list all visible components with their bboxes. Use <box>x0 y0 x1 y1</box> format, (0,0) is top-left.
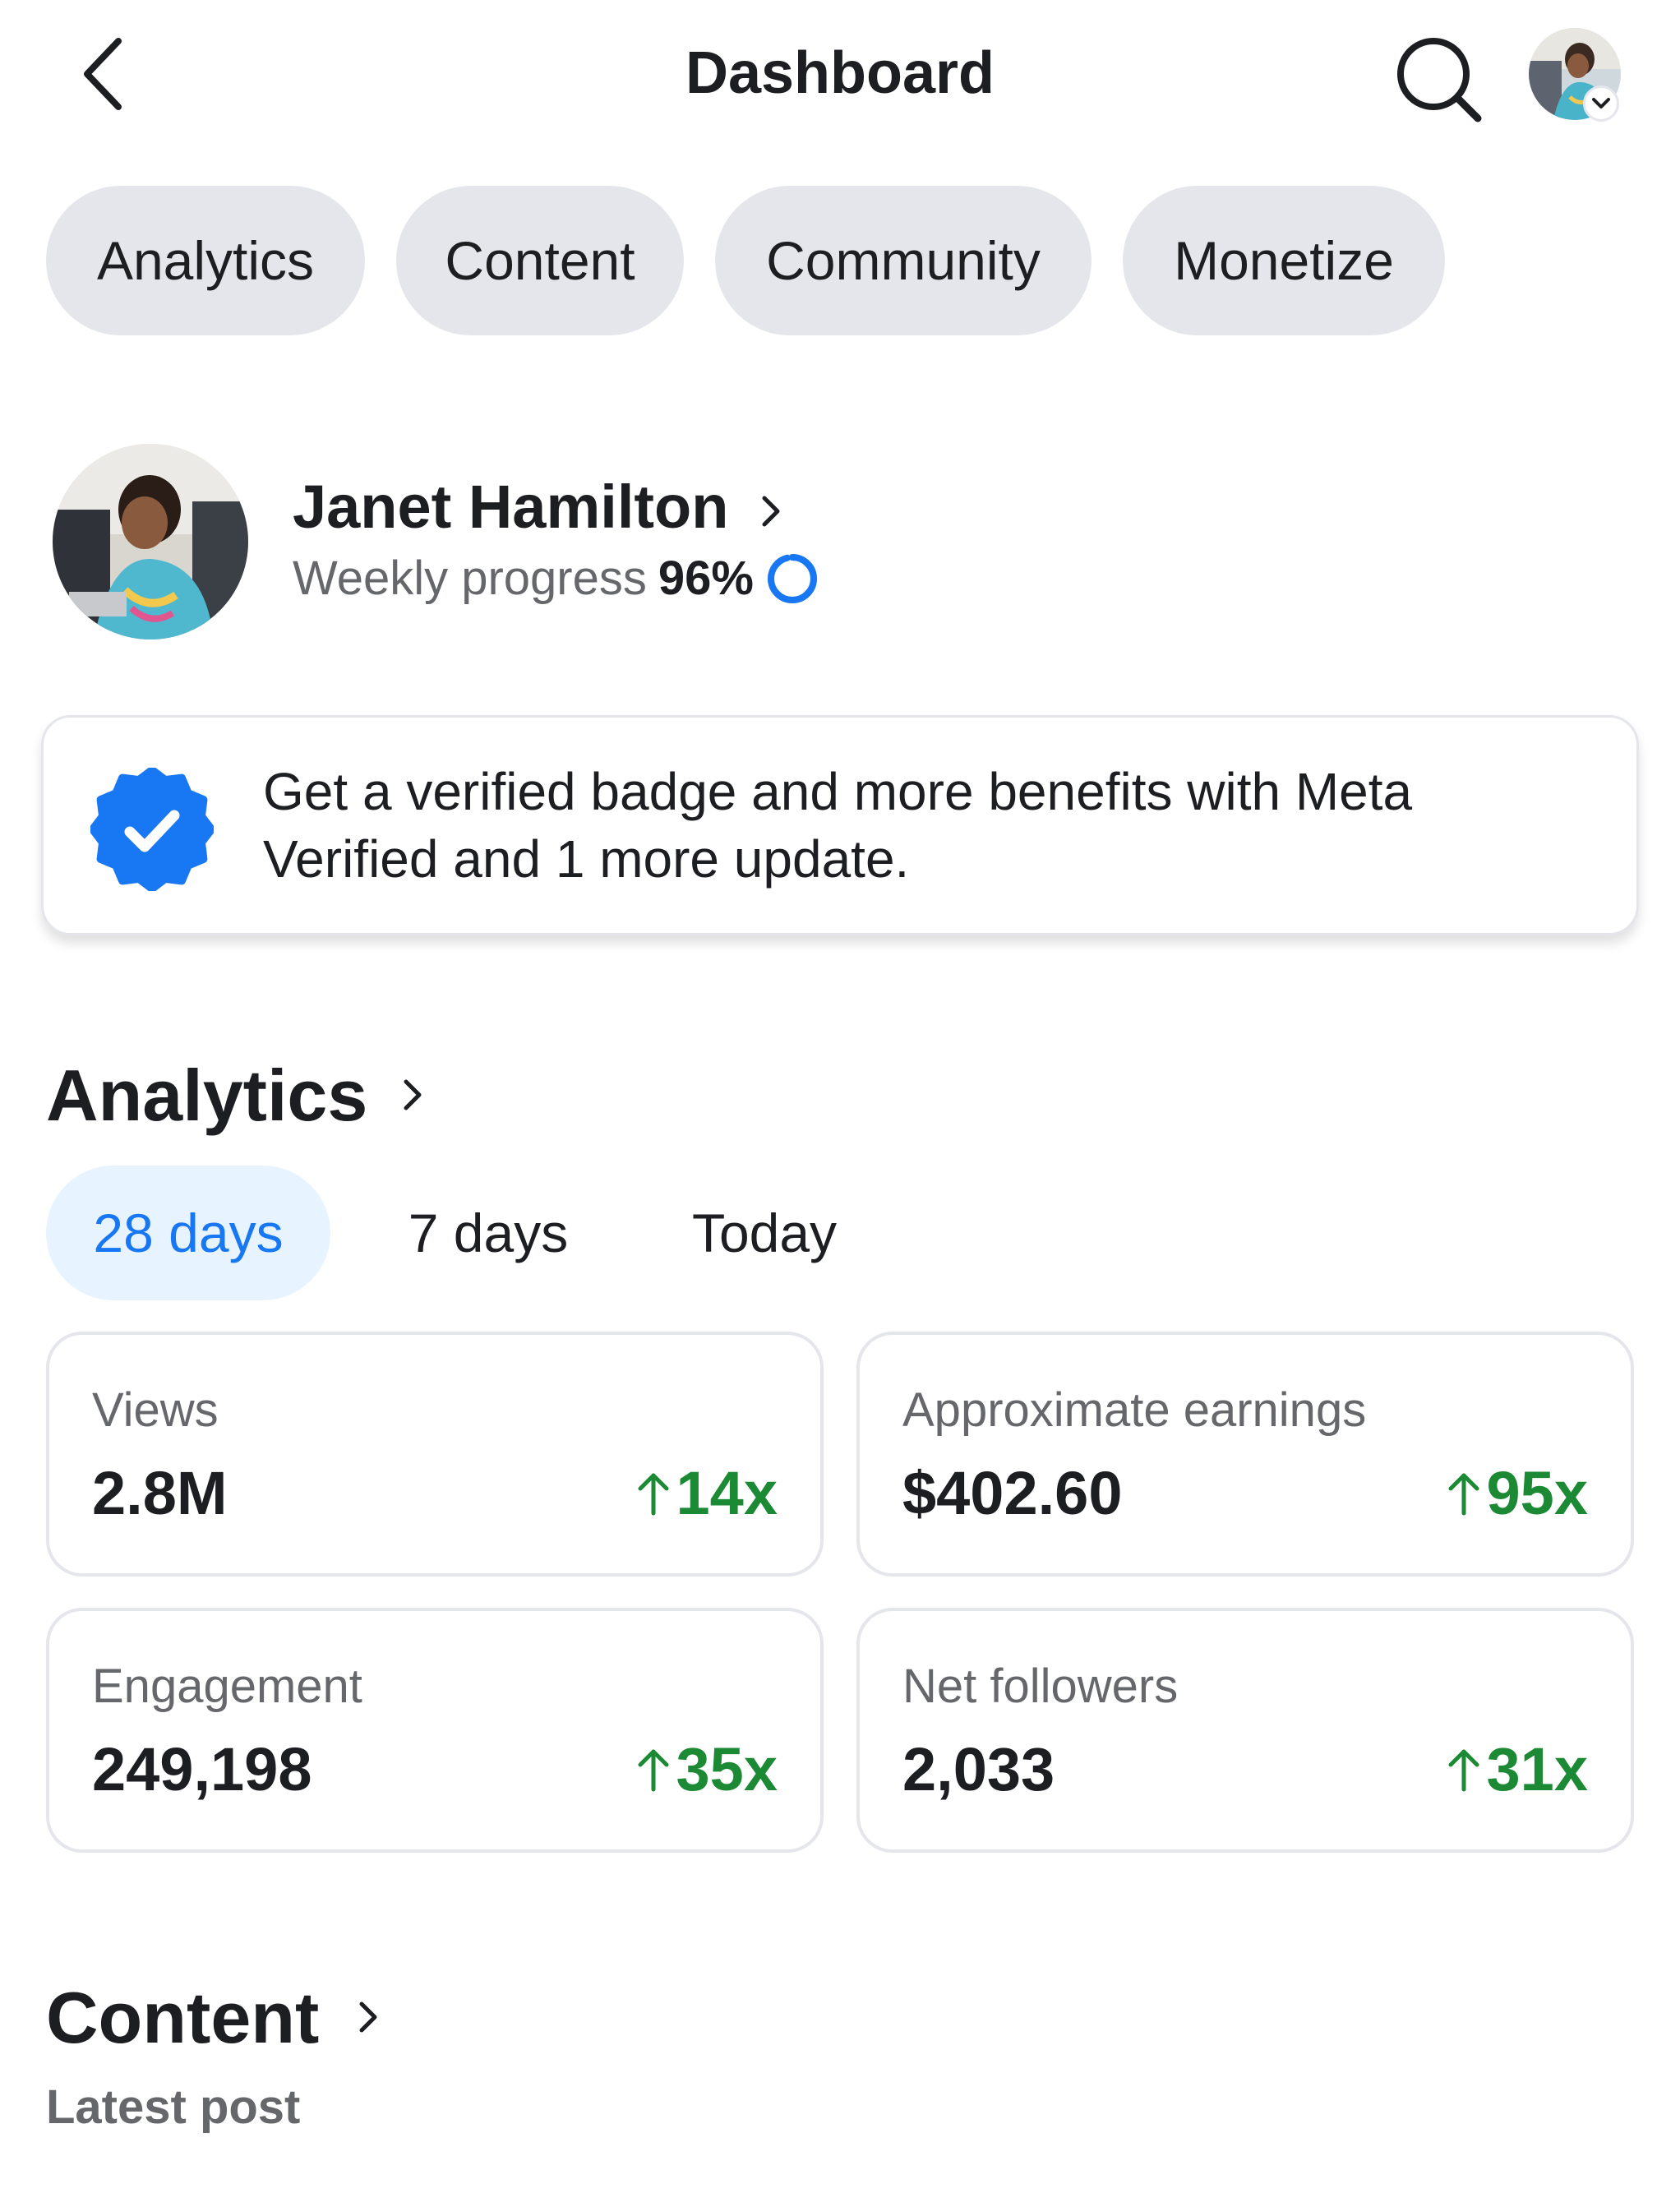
analytics-chevron[interactable] <box>396 1070 429 1120</box>
search-icon <box>1397 38 1482 122</box>
profile-avatar[interactable] <box>53 444 248 639</box>
content-section-title[interactable]: Content <box>46 1976 319 2060</box>
progress-label: Weekly progress <box>293 552 647 605</box>
content-chevron[interactable] <box>352 1992 385 2042</box>
metric-change-value: 95x <box>1486 1459 1588 1527</box>
account-switcher-chevron[interactable] <box>1583 85 1619 122</box>
arrow-up-icon <box>638 1749 669 1791</box>
tab-analytics[interactable]: Analytics <box>46 186 365 335</box>
search-button[interactable] <box>1389 30 1488 128</box>
metric-label: Views <box>92 1383 219 1437</box>
range-28-days[interactable]: 28 days <box>46 1166 330 1300</box>
metric-value: 2,033 <box>902 1735 1055 1803</box>
arrow-up-icon <box>1448 1473 1479 1515</box>
metric-card-views[interactable]: Views 2.8M 14x <box>46 1332 824 1577</box>
metric-change: 14x <box>635 1458 778 1528</box>
metric-label: Engagement <box>92 1660 362 1713</box>
metric-card-earnings[interactable]: Approximate earnings $402.60 95x <box>856 1332 1634 1577</box>
metric-change-value: 35x <box>676 1735 778 1803</box>
chevron-down-icon <box>1592 98 1610 108</box>
progress-ring-icon <box>767 553 817 603</box>
metric-change: 31x <box>1446 1734 1588 1804</box>
metric-value: 2.8M <box>92 1459 228 1527</box>
metric-change: 35x <box>635 1734 778 1804</box>
profile-chevron[interactable] <box>755 487 787 536</box>
profile-name[interactable]: Janet Hamilton <box>293 472 728 542</box>
metric-value: $402.60 <box>902 1459 1123 1527</box>
verified-badge-icon <box>89 766 215 893</box>
latest-post-label: Latest post <box>46 2080 301 2134</box>
metric-label: Net followers <box>902 1660 1179 1713</box>
tab-community[interactable]: Community <box>715 186 1092 335</box>
chevron-right-icon <box>404 1079 422 1110</box>
range-7-days[interactable]: 7 days <box>381 1166 595 1300</box>
arrow-up-icon <box>1448 1749 1479 1791</box>
verified-promo-text: Get a verified badge and more benefits w… <box>263 762 1413 889</box>
arrow-up-icon <box>638 1473 669 1515</box>
metric-change-value: 14x <box>676 1459 778 1527</box>
metric-card-engagement[interactable]: Engagement 249,198 35x <box>46 1608 824 1853</box>
weekly-progress: Weekly progress 96% <box>293 551 819 606</box>
metric-change: 95x <box>1446 1458 1588 1528</box>
chevron-right-icon <box>359 2001 377 2033</box>
avatar <box>53 444 248 639</box>
tab-monetize[interactable]: Monetize <box>1123 186 1445 335</box>
chevron-left-icon <box>84 38 122 110</box>
metric-label: Approximate earnings <box>902 1383 1367 1437</box>
tab-content[interactable]: Content <box>396 186 684 335</box>
metric-value: 249,198 <box>92 1735 312 1803</box>
chevron-right-icon <box>762 496 780 527</box>
range-today[interactable]: Today <box>658 1166 871 1300</box>
metric-change-value: 31x <box>1486 1735 1588 1803</box>
metric-card-net-followers[interactable]: Net followers 2,033 31x <box>856 1608 1634 1853</box>
analytics-section-title[interactable]: Analytics <box>46 1054 367 1138</box>
back-button[interactable] <box>72 33 138 115</box>
progress-value: 96% <box>658 552 754 605</box>
